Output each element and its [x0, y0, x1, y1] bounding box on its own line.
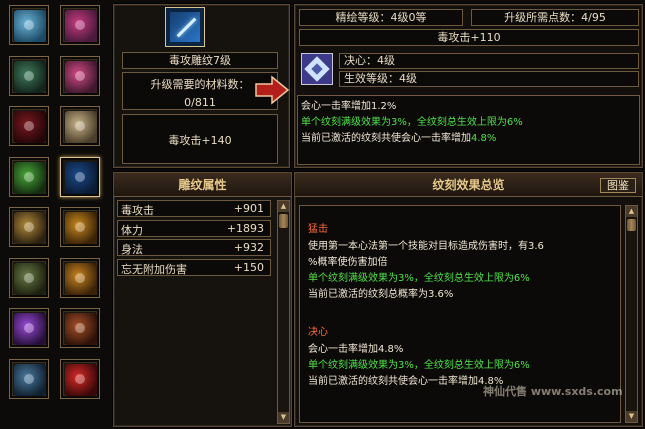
bracer-icon[interactable]	[60, 106, 100, 146]
attr-name: 毒攻击	[121, 204, 154, 217]
effect-line: 当前已激活的纹刻共使会心一击率增加4.8%	[301, 133, 497, 144]
effect-level: 生效等级：4级	[339, 71, 639, 87]
attr-scrollbar[interactable]: ▲ ▼	[277, 200, 290, 424]
scroll-thumb[interactable]	[627, 219, 636, 231]
attr-name: 忘无附加伤害	[121, 262, 187, 276]
armor-icon[interactable]	[9, 55, 49, 96]
resolve-rune-icon[interactable]	[301, 53, 333, 85]
section-line: 使用第一本心法第一个技能对目标造成伤害时，有3.6	[308, 241, 544, 252]
scroll-up-icon[interactable]: ▲	[626, 206, 637, 217]
upgrade-arrow-icon	[254, 75, 290, 105]
red-gem-icon[interactable]	[60, 358, 100, 399]
effect-line: 会心一击率增加1.2%	[301, 101, 397, 112]
curtain-icon[interactable]	[9, 207, 49, 247]
flower-ring-icon[interactable]	[60, 55, 100, 96]
attr-value: +1893	[226, 221, 264, 235]
overview-panel: 纹刻效果总览 图鉴 猛击使用第一本心法第一个技能对目标造成伤害时，有3.6 %概率…	[294, 172, 643, 427]
target-bonus: 毒攻击+110	[299, 29, 639, 46]
necklace-icon[interactable]	[60, 308, 100, 348]
attr-name: 身法	[121, 243, 143, 256]
attr-row: 忘无附加伤害 +150	[117, 258, 271, 276]
attr-row: 体力 +1893	[117, 219, 271, 237]
jade-disc-icon[interactable]	[9, 257, 49, 298]
effect-line: 单个纹刻满级效果为3%，全纹刻总生效上限为6%	[301, 117, 523, 128]
scroll-down-icon[interactable]: ▼	[626, 411, 637, 422]
section-line: 单个纹刻满级效果为3%，全纹刻总生效上限为6%	[308, 273, 530, 284]
section-line: 会心一击率增加4.8%	[308, 344, 404, 355]
scroll-up-icon[interactable]: ▲	[278, 201, 289, 212]
section-heading: 猛击	[308, 224, 328, 235]
scroll-down-icon[interactable]: ▼	[278, 412, 289, 423]
ring-band-icon[interactable]	[9, 5, 49, 45]
attr-list: 毒攻击 +901 体力 +1893 身法 +932 忘无附加伤害 +150	[117, 200, 273, 300]
item-bonus: 毒攻击+140	[168, 134, 232, 147]
attr-value: +901	[233, 202, 264, 215]
attr-panel: 雕纹属性 毒攻击 +901 体力 +1893 身法 +932 忘无附加伤害 +150 ▲ ▼	[113, 172, 292, 427]
attr-value: +150	[233, 260, 264, 274]
sword-icon[interactable]	[9, 156, 49, 197]
engrave-level: 精绘等级：4级0等	[299, 9, 463, 26]
flower-ring-icon[interactable]	[60, 5, 100, 45]
scroll-thumb[interactable]	[279, 214, 288, 228]
overview-title: 纹刻效果总览	[295, 173, 642, 197]
blue-blade-icon[interactable]	[60, 156, 100, 197]
attr-title: 雕纹属性	[114, 173, 291, 197]
boots-icon[interactable]	[9, 106, 49, 146]
watermark: 神仙代售 www.sxds.com	[483, 385, 623, 398]
tujian-button[interactable]: 图鉴	[600, 178, 636, 193]
item-name: 毒攻雕纹7级	[122, 52, 278, 69]
section-line: 当前已激活的纹刻总概率为3.6%	[308, 289, 454, 300]
upgrade-points: 升级所需点数：4/95	[471, 9, 639, 26]
item-icon[interactable]	[165, 7, 205, 47]
belt-icon[interactable]	[60, 207, 100, 247]
section-line: %概率使伤害加倍	[308, 257, 388, 268]
overview-scrollbar[interactable]: ▲ ▼	[625, 205, 638, 423]
pouch-icon[interactable]	[60, 257, 100, 298]
upgrade-effect-text: 会心一击率增加1.2% 单个纹刻满级效果为3%，全纹刻总生效上限为6% 当前已激活的…	[297, 95, 640, 165]
attr-value: +932	[233, 241, 264, 254]
attr-row: 毒攻击 +901	[117, 200, 271, 217]
purple-blade-icon[interactable]	[9, 308, 49, 348]
attr-name: 体力	[121, 223, 143, 237]
section-line: 当前已激活的纹刻共使会心一击率增加4.8%	[308, 376, 504, 387]
attr-row: 身法 +932	[117, 239, 271, 256]
upgrade-panel: 精绘等级：4级0等 升级所需点数：4/95 毒攻击+110 决心：4级 生效等级…	[294, 4, 643, 168]
section-line: 单个纹刻满级效果为3%，全纹刻总生效上限为6%	[308, 360, 530, 371]
resolve-level: 决心：4级	[339, 53, 639, 69]
item-bonus-box: 毒攻击+140	[122, 114, 278, 164]
effect-highlight: 4.8%	[471, 133, 497, 144]
section-heading: 决心	[308, 327, 328, 338]
helmet-icon[interactable]	[9, 358, 49, 399]
